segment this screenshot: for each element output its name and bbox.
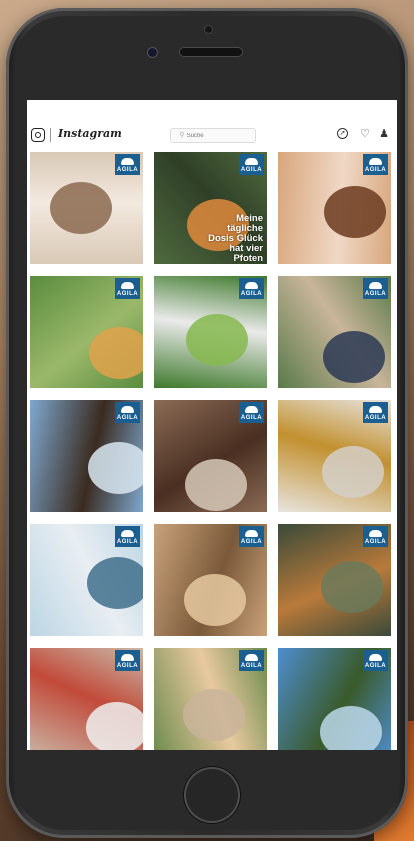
post-thumbnail[interactable]: AGILA	[154, 276, 267, 388]
post-thumbnail[interactable]: AGILA	[30, 152, 143, 264]
agila-badge: AGILA	[239, 526, 264, 547]
post-subject	[89, 327, 143, 379]
post-subject	[88, 442, 143, 494]
phone-screen: Instagram ⚲ ➚ ♡ ♟ AGILA AGILA Meinetäglich…	[27, 100, 397, 750]
post-thumbnail[interactable]: AGILA	[278, 648, 391, 750]
proximity-sensor	[148, 48, 157, 57]
post-thumbnail[interactable]: AGILA	[278, 524, 391, 636]
agila-badge: AGILA	[239, 278, 264, 299]
post-thumbnail[interactable]: AGILA	[30, 648, 143, 750]
agila-badge: AGILA	[363, 278, 388, 299]
instagram-header: Instagram ⚲ ➚ ♡ ♟	[27, 122, 397, 150]
post-subject	[183, 689, 245, 741]
front-camera	[205, 26, 212, 33]
post-subject	[87, 557, 143, 609]
earpiece-speaker	[180, 48, 242, 56]
post-thumbnail[interactable]: AGILA Meine tägliche Dosis Glück hat vier Pfo…	[154, 152, 267, 264]
post-thumbnail[interactable]: AGILA	[30, 400, 143, 512]
agila-badge: AGILA	[239, 402, 264, 423]
post-thumbnail[interactable]: AGILA	[30, 524, 143, 636]
post-subject	[324, 186, 386, 238]
agila-badge: AGILA	[115, 650, 140, 671]
post-caption-line: Pfoten	[233, 253, 263, 264]
post-thumbnail[interactable]: AGILA	[278, 276, 391, 388]
agila-badge: AGILA	[363, 650, 388, 671]
post-thumbnail[interactable]: AGILA	[278, 400, 391, 512]
post-thumbnail[interactable]: AGILA	[154, 524, 267, 636]
search-icon: ⚲	[179, 132, 185, 139]
post-subject	[323, 331, 385, 383]
post-subject	[321, 561, 383, 613]
post-thumbnail[interactable]: AGILA	[30, 276, 143, 388]
post-subject	[322, 446, 384, 498]
post-thumbnail[interactable]: AGILA	[154, 400, 267, 512]
agila-badge: AGILA	[115, 526, 140, 547]
post-subject	[184, 574, 246, 626]
post-grid: AGILA AGILA Meine tägliche Dosis Glück hat vi…	[30, 152, 396, 750]
agila-badge: AGILA	[363, 154, 388, 175]
instagram-wordmark[interactable]: Instagram	[58, 127, 122, 140]
post-subject	[86, 702, 143, 750]
search-box[interactable]: ⚲	[170, 128, 256, 143]
post-thumbnail[interactable]: AGILA	[154, 648, 267, 750]
agila-badge: AGILA	[115, 402, 140, 423]
agila-badge: AGILA	[115, 154, 140, 175]
explore-compass-icon[interactable]: ➚	[337, 128, 348, 139]
post-subject	[50, 182, 112, 234]
agila-badge: AGILA	[239, 154, 264, 175]
instagram-camera-icon[interactable]	[31, 128, 45, 142]
agila-badge: AGILA	[239, 650, 264, 671]
profile-icon[interactable]: ♟	[378, 128, 390, 140]
agila-badge: AGILA	[363, 526, 388, 547]
home-button[interactable]	[184, 767, 240, 823]
agila-badge: AGILA	[363, 402, 388, 423]
search-input[interactable]	[186, 133, 247, 139]
post-subject	[185, 459, 247, 511]
post-caption: Meine tägliche Dosis Glück hat vier Pfoten	[208, 214, 263, 264]
post-subject	[186, 314, 248, 366]
post-subject	[320, 706, 382, 750]
header-divider	[50, 128, 51, 142]
heart-icon[interactable]: ♡	[359, 128, 371, 140]
agila-badge: AGILA	[115, 278, 140, 299]
post-thumbnail[interactable]: AGILA	[278, 152, 391, 264]
